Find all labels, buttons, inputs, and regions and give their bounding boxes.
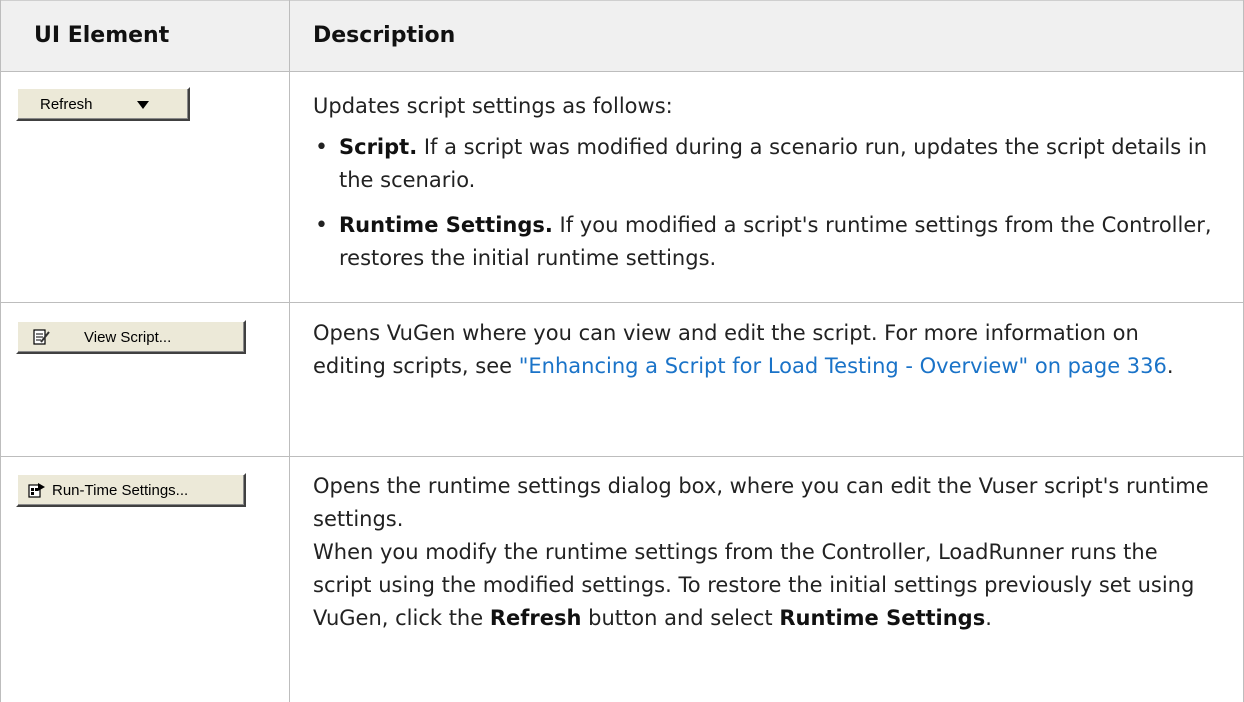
refresh-button-label: Refresh [40,96,93,113]
view-script-description: Opens VuGen where you can view and edit … [313,317,1218,383]
runtime-settings-icon [28,483,45,498]
view-script-button[interactable]: View Script... [16,320,246,354]
bullet-text: If a script was modified during a scenar… [339,135,1208,192]
view-script-button-label: View Script... [84,329,172,346]
para2-runtime-bold: Runtime Settings [779,606,986,630]
bullet-term: Runtime Settings. [339,213,553,237]
overview-link[interactable]: "Enhancing a Script for Load Testing - O… [519,354,1167,378]
table-header: UI Element Description [0,0,1244,72]
script-edit-icon [33,329,50,345]
runtime-settings-button[interactable]: Run-Time Settings... [16,473,246,507]
row-divider [0,456,1244,457]
column-divider [289,0,290,702]
list-item: Script. If a script was modified during … [313,131,1218,197]
refresh-options-list: Script. If a script was modified during … [313,131,1218,275]
para2-text-after: . [985,606,992,630]
refresh-button[interactable]: Refresh [16,87,190,121]
runtime-settings-button-label: Run-Time Settings... [52,482,189,499]
header-ui-element: UI Element [34,23,170,48]
row-divider [0,302,1244,303]
refresh-intro: Updates script settings as follows: [313,94,673,118]
runtime-settings-description: Opens the runtime settings dialog box, w… [313,470,1218,635]
header-description: Description [313,23,456,48]
para2-text-mid: button and select [581,606,780,630]
runtime-settings-para2: When you modify the runtime settings fro… [313,536,1218,635]
chevron-down-icon [137,101,149,109]
para2-refresh-bold: Refresh [489,606,582,630]
bullet-term: Script. [339,135,418,159]
runtime-settings-para1: Opens the runtime settings dialog box, w… [313,474,1209,531]
view-script-text: Opens VuGen where you can view and edit … [313,317,1218,383]
view-script-text-after: . [1166,354,1174,378]
refresh-description: Updates script settings as follows: Scri… [313,90,1218,287]
table-border-left [0,0,1,702]
list-item: Runtime Settings. If you modified a scri… [313,209,1218,275]
